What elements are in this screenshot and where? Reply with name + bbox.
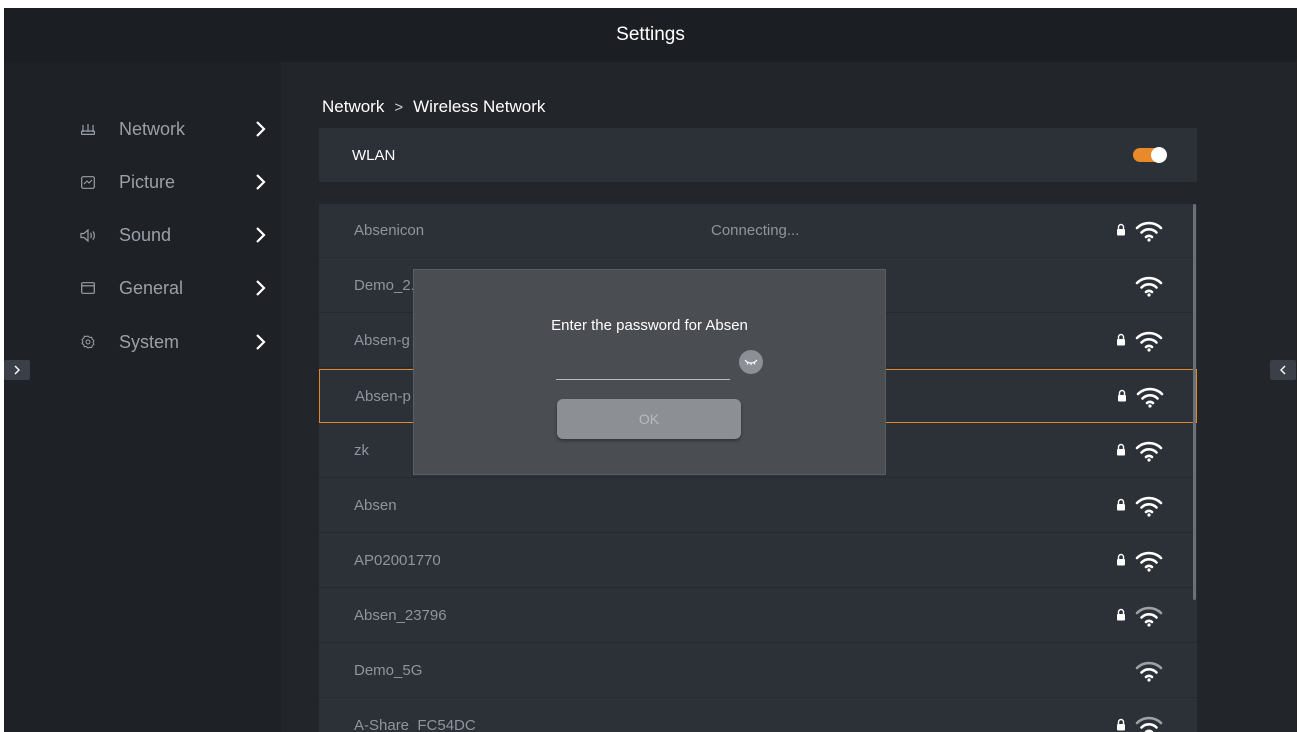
- breadcrumb-parent[interactable]: Network: [322, 97, 384, 117]
- network-name: Demo_2.: [354, 277, 415, 294]
- sidebar-item-label: Sound: [119, 224, 172, 245]
- wifi-icon: [1135, 276, 1163, 297]
- settings-screen: Settings Network Picture Sound General S…: [4, 8, 1297, 732]
- gear-icon: [80, 334, 96, 350]
- network-name: A-Share_FC54DC: [354, 717, 476, 732]
- lock-icon: [1117, 443, 1125, 456]
- network-name: Demo_5G: [354, 662, 423, 679]
- network-name: Absen: [354, 497, 397, 514]
- sidebar-item-label: General: [119, 277, 184, 298]
- wifi-icon: [1135, 496, 1163, 517]
- wifi-icon: [1135, 716, 1163, 732]
- toggle-knob: [1151, 147, 1167, 163]
- router-icon: [80, 121, 96, 137]
- expand-left-tab[interactable]: [4, 360, 30, 380]
- wlan-row[interactable]: WLAN: [319, 128, 1197, 182]
- chevron-left-icon: [1280, 365, 1286, 375]
- lock-icon: [1117, 223, 1125, 236]
- password-dialog: Enter the password for Absen OK: [413, 269, 886, 475]
- network-row[interactable]: Absen_23796: [319, 589, 1197, 643]
- chevron-right-icon: [256, 121, 266, 137]
- lock-icon: [1117, 553, 1125, 566]
- network-name: Absen_23796: [354, 607, 447, 624]
- network-row[interactable]: A-Share_FC54DC: [319, 699, 1197, 732]
- wifi-icon: [1135, 551, 1163, 572]
- network-name: Absenicon: [354, 222, 425, 239]
- eye-closed-icon: [744, 359, 758, 366]
- chevron-right-icon: [256, 227, 266, 243]
- ok-button[interactable]: OK: [557, 399, 741, 439]
- breadcrumb-separator: >: [394, 98, 404, 116]
- wifi-icon: [1135, 606, 1163, 627]
- chevron-right-icon: [14, 365, 20, 375]
- network-name: AP02001770: [354, 552, 441, 569]
- password-input[interactable]: [556, 344, 730, 380]
- wifi-icon: [1135, 441, 1163, 462]
- network-name: zk: [354, 442, 369, 459]
- chevron-right-icon: [256, 334, 266, 350]
- wifi-icon: [1135, 331, 1163, 352]
- sidebar-item-sound[interactable]: Sound: [4, 215, 281, 255]
- breadcrumb: Network > Wireless Network: [322, 97, 545, 117]
- chevron-right-icon: [256, 174, 266, 190]
- chevron-right-icon: [256, 280, 266, 296]
- window-icon: [80, 280, 96, 296]
- network-status: Connecting...: [711, 222, 800, 239]
- scrollbar[interactable]: [1193, 204, 1196, 600]
- network-row[interactable]: Absenicon Connecting...: [319, 204, 1197, 258]
- sidebar-item-label: Network: [119, 118, 186, 139]
- speaker-icon: [80, 227, 96, 243]
- sidebar-item-general[interactable]: General: [4, 268, 281, 308]
- sidebar-item-network[interactable]: Network: [4, 109, 281, 149]
- breadcrumb-current: Wireless Network: [413, 97, 546, 116]
- wifi-icon: [1136, 387, 1164, 408]
- lock-icon: [1117, 718, 1125, 731]
- network-row[interactable]: AP02001770: [319, 534, 1197, 588]
- wifi-icon: [1135, 661, 1163, 682]
- show-password-button[interactable]: [739, 350, 763, 374]
- sidebar-item-system[interactable]: System: [4, 322, 281, 362]
- sidebar-item-picture[interactable]: Picture: [4, 162, 281, 202]
- network-row[interactable]: Absen: [319, 479, 1197, 533]
- wifi-icon: [1135, 221, 1163, 242]
- picture-icon: [80, 174, 96, 190]
- network-name: Absen-p: [355, 388, 411, 405]
- lock-icon: [1117, 333, 1125, 346]
- network-row[interactable]: Demo_5G: [319, 644, 1197, 698]
- network-name: Absen-g: [354, 332, 410, 349]
- sidebar-item-label: System: [119, 331, 180, 352]
- title-bar: Settings: [4, 8, 1297, 62]
- wlan-toggle[interactable]: [1133, 147, 1167, 163]
- lock-icon: [1117, 498, 1125, 511]
- dialog-prompt: Enter the password for Absen: [551, 317, 748, 334]
- expand-right-tab[interactable]: [1270, 360, 1296, 380]
- lock-icon: [1117, 608, 1125, 621]
- lock-icon: [1118, 389, 1126, 402]
- sidebar-item-label: Picture: [119, 171, 176, 192]
- page-title: Settings: [616, 24, 685, 45]
- wlan-label: WLAN: [352, 146, 396, 164]
- sidebar: Network Picture Sound General System: [4, 62, 281, 732]
